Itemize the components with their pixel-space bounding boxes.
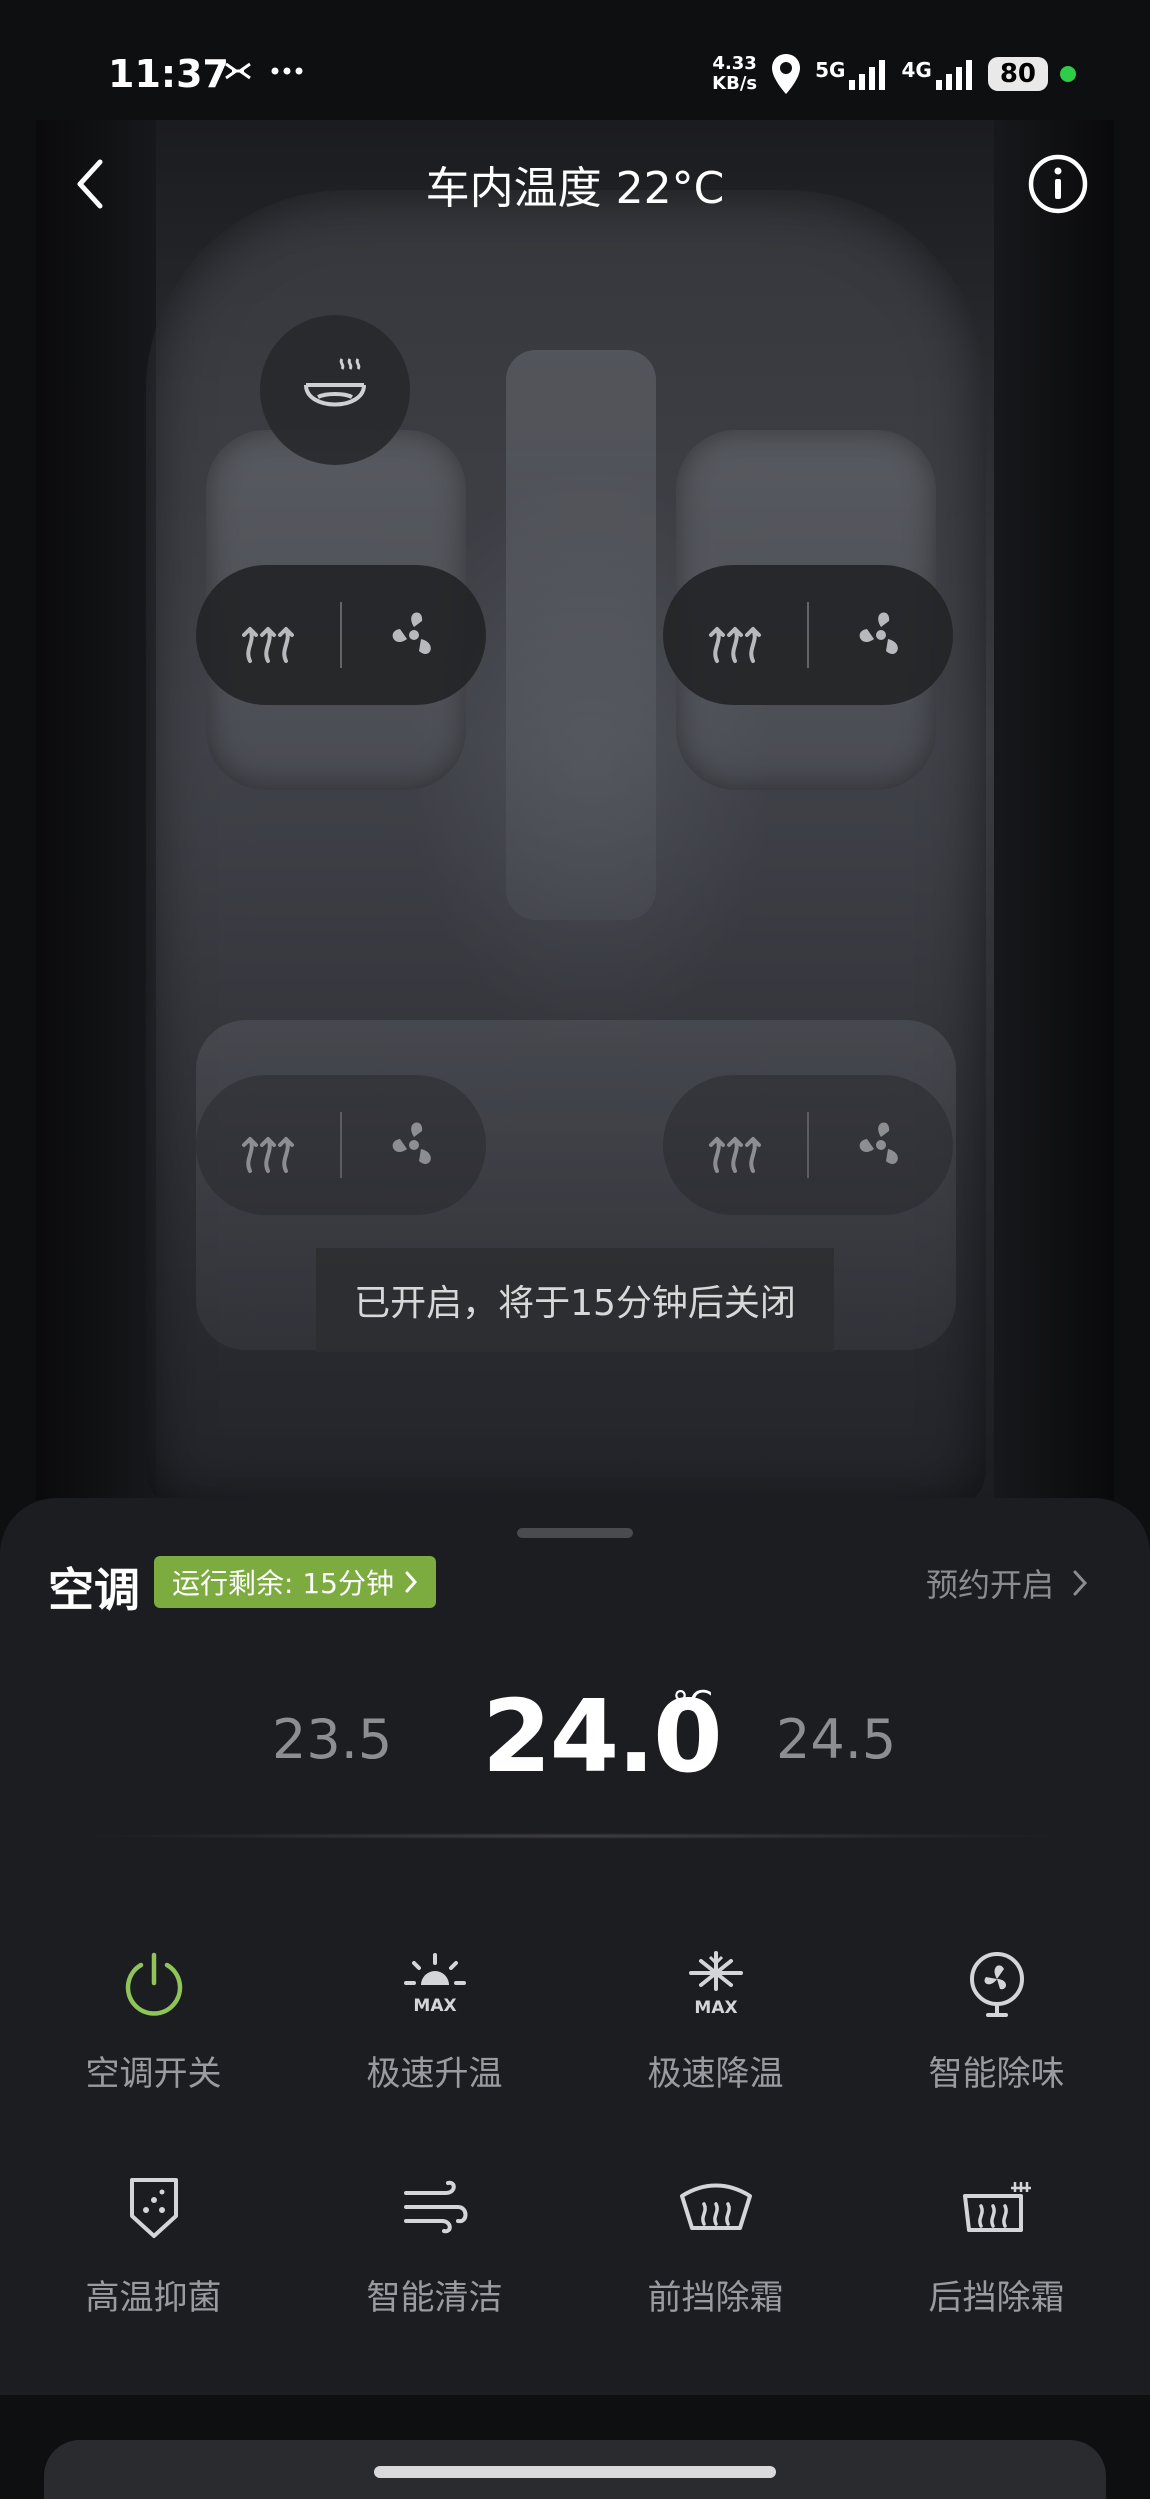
- sterilize-button[interactable]: 高温抑菌: [13, 2162, 294, 2386]
- power-icon: [125, 1952, 182, 2016]
- front-right-seat-controls: [663, 565, 953, 705]
- privacy-indicator-dot: [1060, 66, 1076, 82]
- signal-4g: 4G: [901, 58, 975, 90]
- front-left-seat-heat-button[interactable]: [196, 565, 340, 705]
- function-grid: 空调开关 MAX 极速升温 MAX 极速降温 智能除味 高温抑菌 智能清洁 前挡…: [13, 1938, 1137, 2386]
- status-time: 11:37: [108, 52, 229, 96]
- temp-option-higher[interactable]: 24.5: [776, 1708, 896, 1771]
- chevron-right-icon: [1073, 1570, 1088, 1596]
- signal-5g: 5G: [815, 58, 889, 90]
- steering-wheel-heat-button[interactable]: [260, 315, 410, 465]
- deodorize-button[interactable]: 智能除味: [856, 1938, 1137, 2162]
- fan-deodorize-icon: [969, 1952, 1024, 2017]
- rear-left-seat-heat-button[interactable]: [196, 1075, 340, 1215]
- seat-vent-icon: [392, 612, 431, 654]
- status-bar: 11:37 4.33 KB/s 5G 4G 80: [0, 0, 1150, 150]
- front-right-seat-heat-button[interactable]: [663, 565, 807, 705]
- signal-bars-icon: [935, 60, 972, 90]
- rear-left-seat-controls: [196, 1075, 486, 1215]
- sheet-drag-handle[interactable]: [517, 1528, 633, 1538]
- home-indicator[interactable]: [374, 2466, 776, 2478]
- temp-option-lower[interactable]: 23.5: [272, 1708, 392, 1771]
- front-left-seat-controls: [196, 565, 486, 705]
- max-cool-button[interactable]: MAX 极速降温: [575, 1938, 856, 2162]
- seat-vent-icon: [859, 1122, 898, 1164]
- seat-vent-icon: [392, 1122, 431, 1164]
- schedule-start-link[interactable]: 预约开启: [926, 1560, 1088, 1606]
- front-defrost-icon: [679, 2183, 752, 2230]
- location-icon: [772, 54, 801, 94]
- seat-heat-icon: [709, 627, 761, 663]
- rear-right-seat-controls: [663, 1075, 953, 1215]
- rear-defrost-icon: [962, 2182, 1031, 2232]
- center-console: [506, 350, 656, 920]
- ac-power-button[interactable]: 空调开关: [13, 1938, 294, 2162]
- temperature-selector[interactable]: 23.5 24.0 °C 24.5: [0, 1678, 1150, 1808]
- ac-title: 空调: [48, 1563, 140, 1617]
- max-heat-icon: MAX: [403, 1953, 466, 2016]
- front-defrost-button[interactable]: 前挡除霜: [575, 2162, 856, 2386]
- front-left-seat-vent-button[interactable]: [342, 565, 486, 705]
- nav-bar: 车内温度 22°C: [0, 140, 1150, 240]
- rear-right-seat-heat-button[interactable]: [663, 1075, 807, 1215]
- rear-left-seat-vent-button[interactable]: [342, 1075, 486, 1215]
- signal-bars-icon: [849, 60, 886, 90]
- status-toast: 已开启，将于15分钟后关闭: [316, 1248, 834, 1352]
- seat-vent-icon: [859, 612, 898, 654]
- ac-bottom-sheet: 空调 运行剩余: 15分钟 预约开启 23.5 24.0 °C 24.5 空调开…: [0, 1498, 1150, 2499]
- seat-heat-icon: [709, 1137, 761, 1173]
- app-logo-icon: [225, 62, 251, 80]
- network-speed: 4.33 KB/s: [712, 53, 758, 94]
- rear-right-seat-vent-button[interactable]: [809, 1075, 953, 1215]
- svg-text:MAX: MAX: [694, 1998, 737, 2018]
- temp-unit: °C: [672, 1684, 713, 1724]
- chevron-right-icon: [405, 1571, 417, 1593]
- front-right-seat-vent-button[interactable]: [809, 565, 953, 705]
- page-title: 车内温度 22°C: [425, 163, 725, 214]
- smart-clean-button[interactable]: 智能清洁: [294, 2162, 575, 2386]
- rear-defrost-button[interactable]: 后挡除霜: [856, 2162, 1137, 2386]
- status-icons: 4.33 KB/s 5G 4G 80: [712, 52, 1076, 96]
- info-button[interactable]: [1026, 152, 1090, 216]
- more-dots-icon: [271, 67, 303, 75]
- max-cool-icon: MAX: [688, 1951, 743, 2018]
- seat-heat-icon: [242, 1137, 294, 1173]
- car-left-edge: [36, 120, 156, 1500]
- climate-control-screen: 11:37 4.33 KB/s 5G 4G 80 车内温度 22°C 已开启，将…: [0, 0, 1150, 2499]
- temp-divider: [80, 1833, 1070, 1839]
- steering-heat-icon: [304, 358, 366, 407]
- wind-clean-icon: [403, 2180, 467, 2234]
- sterilize-shield-icon: [129, 2178, 178, 2238]
- battery-level: 80: [987, 57, 1048, 91]
- max-heat-button[interactable]: MAX 极速升温: [294, 1938, 575, 2162]
- seat-heat-icon: [242, 627, 294, 663]
- run-remaining-badge[interactable]: 运行剩余: 15分钟: [154, 1556, 436, 1608]
- car-right-edge: [994, 120, 1114, 1500]
- svg-text:MAX: MAX: [413, 1996, 456, 2016]
